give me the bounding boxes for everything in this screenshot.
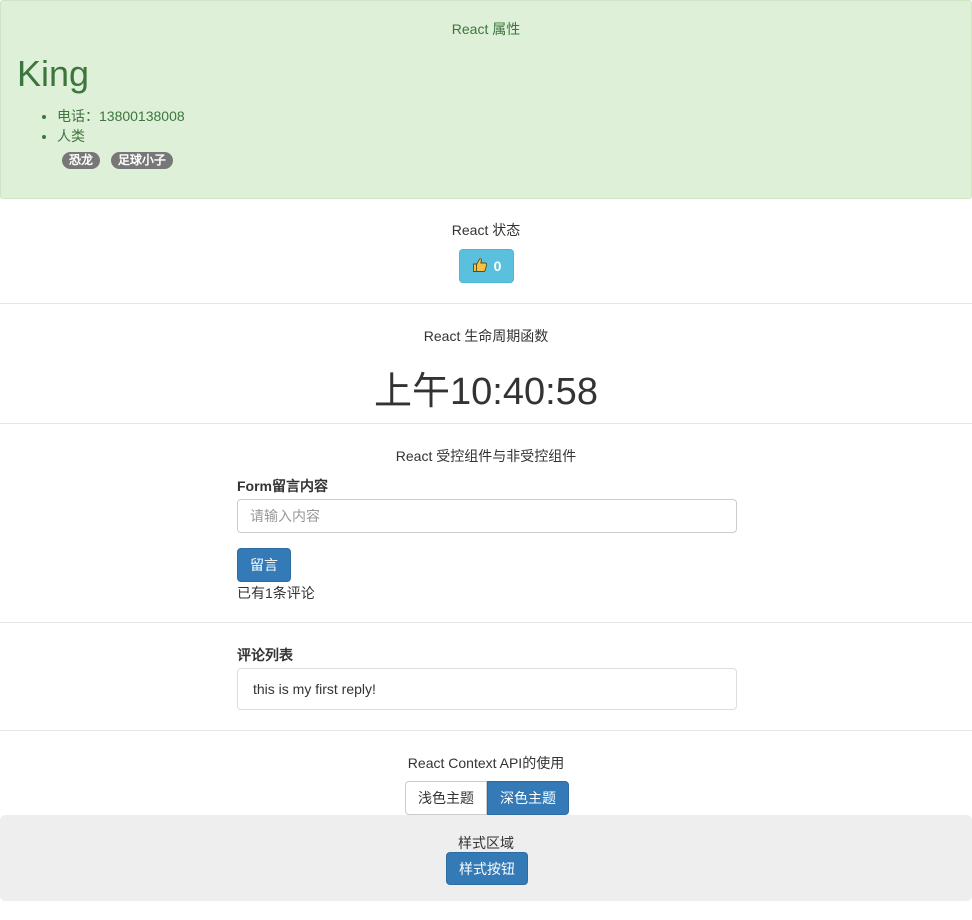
light-theme-button[interactable]: 浅色主题 xyxy=(405,781,487,815)
thumbs-up-icon xyxy=(472,257,488,276)
tag-list: 恐龙 足球小子 xyxy=(62,151,180,169)
lifecycle-title: React 生命周期函数 xyxy=(423,328,549,344)
like-button[interactable]: 0 xyxy=(459,249,514,283)
clock-display: 上午10:40:58 xyxy=(374,371,598,413)
tag-badge: 恐龙 xyxy=(62,152,101,169)
form-title: React 受控组件与非受控组件 xyxy=(395,448,577,464)
species-item: 人类 xyxy=(57,126,185,146)
style-button[interactable]: 样式按钮 xyxy=(446,852,528,885)
style-area: 样式区域 样式按钮 xyxy=(0,815,972,901)
list-item: this is my first reply! xyxy=(237,668,737,710)
like-count: 0 xyxy=(493,258,502,274)
props-panel: React 属性 King 电话：13800138008 人类 恐龙 足球小子 xyxy=(0,0,972,199)
tag-badge: 足球小子 xyxy=(110,152,173,169)
state-title: React 状态 xyxy=(451,222,521,238)
style-area-title: 样式区域 xyxy=(458,835,514,851)
person-name: King xyxy=(17,53,90,94)
comment-count: 已有1条评论 xyxy=(237,585,315,601)
state-section: React 状态 0 xyxy=(0,198,972,304)
dark-theme-button[interactable]: 深色主题 xyxy=(487,781,569,815)
props-title: React 属性 xyxy=(451,21,521,37)
message-input[interactable] xyxy=(237,499,737,533)
message-label: Form留言内容 xyxy=(237,478,328,494)
context-title: React Context API的使用 xyxy=(407,755,565,771)
lifecycle-section: React 生命周期函数 上午10:40:58 xyxy=(0,304,972,424)
submit-message-button[interactable]: 留言 xyxy=(237,548,291,582)
context-section: React Context API的使用 浅色主题 深色主题 xyxy=(0,731,972,815)
props-detail-list: 电话：13800138008 人类 xyxy=(17,106,185,146)
theme-toggle-group: 浅色主题 深色主题 xyxy=(405,781,569,815)
comments-section: 评论列表 this is my first reply! xyxy=(0,623,972,731)
phone-item: 电话：13800138008 xyxy=(57,106,185,126)
form-section: React 受控组件与非受控组件 Form留言内容 留言 已有1条评论 xyxy=(0,424,972,623)
comments-label: 评论列表 xyxy=(237,647,293,663)
